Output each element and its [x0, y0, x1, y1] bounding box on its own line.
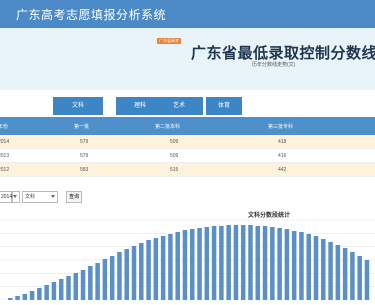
chart-bar: [211, 226, 217, 300]
table-header: 年份 第一批 第二批本科 第三批专科: [0, 117, 375, 135]
chart-bar: [226, 225, 231, 300]
chart-bar: [277, 228, 282, 300]
table-row: 2013 579 509 416: [0, 149, 375, 163]
chart-bar: [197, 228, 202, 300]
cell-batch2: 509: [170, 152, 179, 159]
tab-tiyu[interactable]: 体育: [206, 97, 242, 115]
chart-bar: [102, 259, 108, 300]
chart-bar: [80, 270, 86, 300]
cell-batch1: 583: [80, 166, 89, 173]
chart-bar: [168, 234, 173, 300]
chart-bar: [233, 225, 239, 300]
chart-bar: [299, 232, 304, 300]
banner: 广东省高考 广东省最低录取控制分数线 历年分数线走势(文): [0, 28, 375, 90]
chart-bar: [182, 230, 188, 300]
header-cell-batch1: 第一批: [74, 123, 90, 130]
chart-bar: [306, 234, 311, 300]
chart-bar: [350, 252, 355, 300]
cell-batch3: 416: [278, 152, 287, 159]
query-button[interactable]: 查询: [66, 191, 82, 203]
banner-headline: 广东省最低录取控制分数线: [191, 45, 375, 62]
score-distribution-chart: 文科分数段统计: [0, 206, 375, 301]
header-cell-year: 年份: [0, 123, 9, 130]
tab-yishu[interactable]: 艺术: [155, 97, 203, 115]
cell-year: 2013: [0, 152, 10, 159]
chart-bar: [51, 282, 57, 300]
chart-bar: [66, 276, 71, 300]
chart-bar: [255, 226, 261, 300]
cell-batch3: 418: [278, 138, 287, 145]
filter-controls: 2014 文科 查询: [0, 190, 375, 206]
chart-bar: [313, 236, 319, 300]
chart-bar: [240, 225, 246, 300]
banner-badge: 广东省高考: [157, 38, 181, 44]
chart-bar: [248, 225, 253, 300]
cell-batch1: 579: [80, 138, 89, 145]
subject-select-value: 文科: [25, 194, 36, 200]
header-cell-batch3: 第三批专科: [268, 123, 294, 130]
chart-bar: [291, 231, 297, 300]
chart-bar: [131, 246, 137, 300]
chart-bar: [364, 260, 370, 300]
tab-bar: 文科 理科 艺术 体育: [0, 95, 375, 117]
chevron-down-icon: [51, 195, 55, 198]
app-header: 广东高考志愿填报分析系统: [0, 0, 375, 28]
chart-bar: [73, 273, 79, 300]
chart-bar: [204, 227, 210, 300]
cell-year: 2014: [0, 138, 10, 145]
chart-bar: [153, 238, 159, 300]
chart-bar: [139, 243, 144, 300]
chart-bar: [219, 226, 224, 300]
chart-bar: [328, 242, 333, 300]
table-row: 2014 579 509 418: [0, 135, 375, 149]
chart-bar: [342, 248, 348, 300]
chart-bar: [95, 263, 100, 300]
chart-bar: [190, 229, 195, 300]
table-row: 2012 583 515 442: [0, 163, 375, 177]
chart-svg: [0, 219, 375, 301]
chart-bar: [270, 227, 275, 300]
year-select-arrow[interactable]: [12, 191, 20, 203]
cell-year: 2012: [0, 166, 10, 173]
chart-bar: [124, 249, 129, 300]
chart-title: 文科分数段统计: [248, 213, 291, 219]
chart-bar: [22, 294, 28, 300]
chart-bar: [15, 296, 20, 300]
chart-bar: [44, 285, 49, 300]
chart-bar: [109, 256, 115, 300]
chart-bar: [175, 232, 180, 300]
chart-bar: [58, 279, 64, 300]
chart-bar: [284, 229, 290, 300]
chart-bar: [335, 245, 341, 300]
cell-batch2: 515: [170, 166, 179, 173]
app-title: 广东高考志愿填报分析系统: [16, 8, 167, 22]
subject-select[interactable]: 文科: [22, 191, 58, 203]
chart-bar: [117, 252, 122, 300]
chart-bar: [37, 288, 42, 300]
cell-batch1: 579: [80, 152, 89, 159]
chart-bar: [262, 226, 268, 300]
score-table: 年份 第一批 第二批本科 第三批专科 2014 579 509 418 2013…: [0, 117, 375, 177]
chart-bar: [146, 240, 151, 300]
cell-batch2: 509: [170, 138, 179, 145]
cell-batch3: 442: [278, 166, 287, 173]
chart-bar: [29, 291, 35, 300]
year-select[interactable]: 2014: [0, 191, 12, 203]
header-cell-batch2: 第二批本科: [155, 123, 181, 130]
chart-bar: [357, 256, 362, 300]
chart-bar: [160, 236, 166, 300]
chart-bar: [321, 239, 326, 300]
banner-subtitle: 历年分数线走势(文): [252, 62, 296, 68]
chart-bar: [88, 266, 93, 300]
chevron-down-icon: [13, 195, 17, 198]
tab-wenke[interactable]: 文科: [53, 97, 103, 115]
